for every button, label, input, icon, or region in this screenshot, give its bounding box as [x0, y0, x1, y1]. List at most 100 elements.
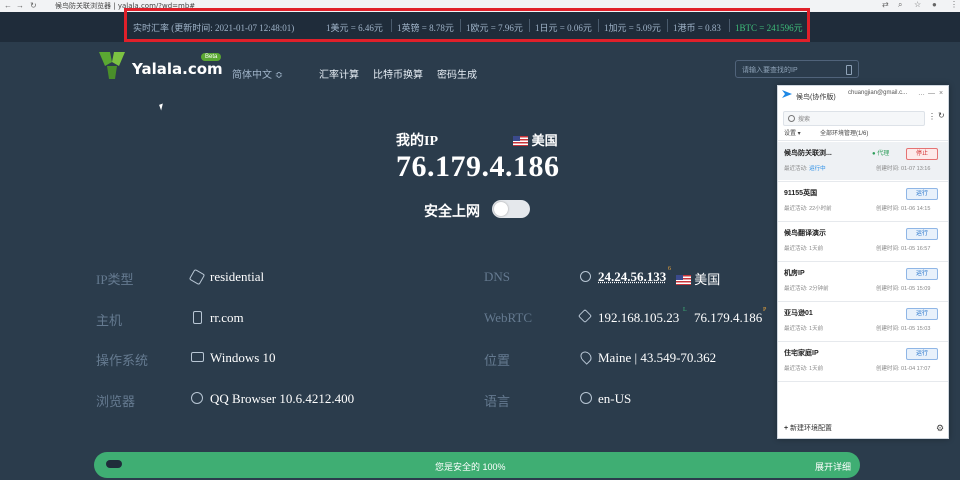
panel-title: 候鸟(协作版)	[796, 94, 836, 101]
env-list-item[interactable]: 机房IP 运行 最近活动: 2分钟前 创建时间: 01-05 15:09	[778, 262, 948, 300]
safe-browsing-toggle[interactable]	[492, 200, 530, 218]
env-name: 候鸟翻译演示	[784, 230, 826, 237]
dns-sup: 6	[668, 266, 671, 272]
location-label: 位置	[484, 353, 511, 368]
env-created: 创建时间: 01-05 15:09	[876, 286, 931, 292]
webrtc-public-ip: 76.179.4.186	[694, 310, 763, 325]
env-created: 创建时间: 01-05 16:57	[876, 246, 931, 252]
reload-icon[interactable]: ↻	[30, 1, 37, 10]
ip-search-input[interactable]: 请输入要查找的IP	[735, 60, 859, 78]
webrtc-public-sup: P	[763, 307, 767, 313]
language-label: 语言	[484, 394, 511, 409]
env-name: 候鸟防关联浏...	[784, 150, 832, 157]
env-activity: 最近活动: 22小时前	[784, 206, 832, 212]
mask-icon	[106, 460, 122, 468]
new-env-button[interactable]: + 新建环境配置	[784, 423, 832, 433]
env-name: 亚马逊01	[784, 310, 813, 317]
tab-title: 候鸟防关联浏览器	[55, 2, 111, 10]
env-created: 创建时间: 01-05 15:03	[876, 326, 931, 332]
env-list-item[interactable]: 住宅家庭IP 运行 最近活动: 1天前 创建时间: 01-04 17:07	[778, 342, 948, 380]
toggle-knob	[494, 202, 508, 216]
browser-label: 浏览器	[96, 394, 136, 409]
env-activity: 最近活动: 1天前	[784, 246, 824, 252]
env-activity: 最近活动: 2分钟前	[784, 286, 829, 292]
highlight-box	[124, 8, 810, 42]
env-created: 创建时间: 01-04 17:07	[876, 366, 931, 372]
minimize-icon[interactable]: —	[928, 90, 935, 97]
account-icon[interactable]: ●	[932, 0, 937, 9]
refresh-icon[interactable]: ↻	[938, 111, 945, 120]
run-button[interactable]: 运行	[906, 348, 938, 360]
nav-password-gen[interactable]: 密码生成	[437, 66, 477, 81]
plus-icon: +	[784, 425, 789, 432]
run-button[interactable]: 运行	[906, 268, 938, 280]
zoom-icon[interactable]: ⌕	[898, 0, 902, 10]
os-label: 操作系统	[96, 353, 149, 368]
ip-type-label: IP类型	[96, 272, 134, 287]
env-name: 住宅家庭IP	[784, 350, 819, 357]
phone-icon	[846, 65, 852, 75]
webrtc-label: WebRTC	[484, 310, 533, 325]
filter-icon[interactable]: ⋮	[928, 112, 936, 121]
back-icon[interactable]: ←	[4, 1, 12, 10]
env-activity: 最近活动: 运行中	[784, 166, 826, 172]
dns-label: DNS	[484, 269, 511, 284]
document-icon	[193, 311, 202, 324]
bird-logo-icon	[782, 90, 792, 98]
env-created: 创建时间: 01-07 13:16	[876, 166, 931, 172]
host-value: rr.com	[210, 310, 244, 325]
panel-search-input[interactable]: 搜索	[783, 111, 925, 126]
env-name: 91155英国	[784, 190, 818, 197]
env-list-item[interactable]: 亚马逊01 运行 最近活动: 1天前 创建时间: 01-05 15:03	[778, 302, 948, 340]
env-list-item[interactable]: 91155英国 运行 最近活动: 22小时前 创建时间: 01-06 14:15	[778, 182, 948, 220]
search-placeholder: 请输入要查找的IP	[742, 67, 798, 74]
us-flag-icon	[513, 136, 528, 146]
language-icon	[580, 392, 592, 404]
settings-dropdown[interactable]: 设置 ▾	[784, 128, 801, 137]
gear-icon[interactable]: ⚙	[936, 423, 944, 434]
browser-value: QQ Browser 10.6.4212.400	[210, 391, 355, 406]
ip-country: 美国	[513, 130, 558, 149]
proxy-status: ● 代理	[872, 151, 890, 157]
env-name: 机房IP	[784, 270, 805, 277]
translate-icon[interactable]: ⇄	[882, 0, 889, 9]
forward-icon[interactable]: →	[16, 1, 24, 10]
os-value: Windows 10	[210, 350, 276, 365]
more-icon[interactable]: …	[918, 90, 925, 97]
stop-button[interactable]: 停止	[906, 148, 938, 160]
dns-country: 美国	[676, 269, 720, 288]
env-manage-button[interactable]: 全部环境管理(1/6)	[820, 128, 868, 137]
globe-icon	[191, 392, 203, 404]
divider	[778, 140, 948, 141]
env-list-item[interactable]: 候鸟翻译演示 运行 最近活动: 1天前 创建时间: 01-05 16:57	[778, 222, 948, 260]
layers-icon	[577, 308, 593, 324]
menu-icon[interactable]: ⋮	[950, 0, 958, 9]
network-icon	[580, 271, 591, 282]
ip-type-value: residential	[210, 269, 265, 284]
mouse-cursor-icon	[159, 103, 165, 111]
account-email[interactable]: chuangjian@gmail.c...	[848, 90, 907, 96]
my-ip-label: 我的IP	[396, 134, 438, 149]
run-button[interactable]: 运行	[906, 188, 938, 200]
star-icon[interactable]: ☆	[914, 0, 921, 9]
ip-address: 76.179.4.186	[396, 150, 560, 183]
webrtc-local-sup: L	[683, 307, 687, 313]
host-label: 主机	[96, 313, 123, 328]
yalala-logo-icon[interactable]	[97, 50, 127, 80]
close-icon[interactable]: ×	[939, 90, 943, 97]
nav-btc-convert[interactable]: 比特币换算	[373, 66, 423, 81]
hexagon-icon	[188, 268, 206, 286]
site-logo-text[interactable]: Yalala.com	[132, 60, 223, 78]
divider	[778, 381, 948, 382]
run-button[interactable]: 运行	[906, 308, 938, 320]
dns-value: 24.24.56.133	[598, 269, 667, 284]
location-value: Maine | 43.549-70.362	[598, 350, 717, 365]
nav-rate-calc[interactable]: 汇率计算	[319, 66, 359, 81]
env-list-item[interactable]: 候鸟防关联浏... ● 代理 停止 最近活动: 运行中 创建时间: 01-07 …	[778, 142, 948, 180]
env-created: 创建时间: 01-06 14:15	[876, 206, 931, 212]
expand-details-button[interactable]: 展开详细	[815, 460, 851, 473]
language-selector[interactable]: 简体中文 ≎	[232, 66, 283, 81]
run-button[interactable]: 运行	[906, 228, 938, 240]
monitor-icon	[191, 352, 204, 362]
security-status-bar[interactable]: 您是安全的 100% 展开详细	[94, 452, 860, 478]
